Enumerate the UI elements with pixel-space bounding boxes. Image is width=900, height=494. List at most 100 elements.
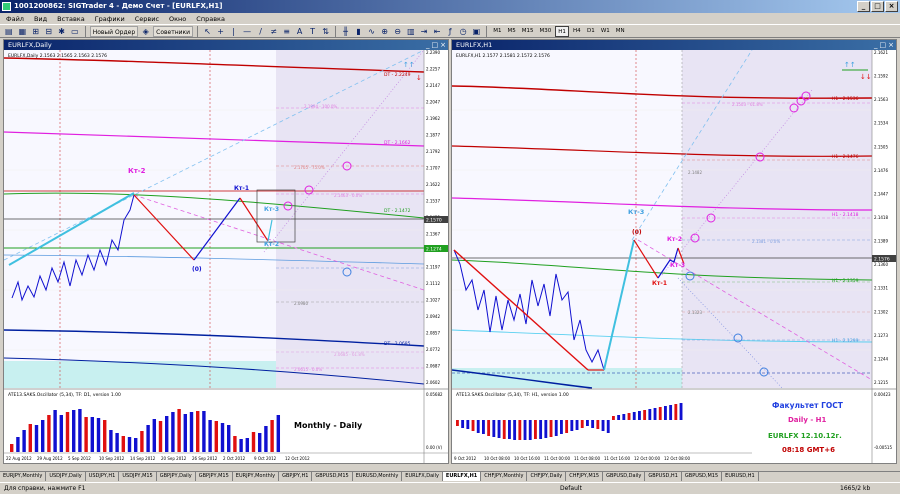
- label-icon[interactable]: T: [307, 26, 318, 37]
- oscillator-bar: [233, 436, 237, 452]
- meta-editor-icon[interactable]: ◈: [140, 26, 151, 37]
- price-tick-label: 2.1244: [874, 356, 888, 361]
- price-tick-label: 2.1563: [874, 97, 888, 102]
- horizontal-line-icon[interactable]: —: [241, 26, 253, 37]
- menu-bar: Файл Вид Вставка Графики Сервис Окно Спр…: [0, 13, 900, 24]
- menu-window[interactable]: Окно: [167, 15, 188, 23]
- chart-shift-icon[interactable]: ⇤: [432, 26, 443, 37]
- tf-m1[interactable]: M1: [491, 26, 503, 37]
- trendline-icon[interactable]: /: [255, 26, 266, 37]
- expert-advisors-button[interactable]: Советники: [153, 25, 194, 37]
- fibonacci-icon[interactable]: ≡: [281, 26, 292, 37]
- menu-view[interactable]: Вид: [32, 15, 49, 23]
- chart-tab[interactable]: EURUSD,H1: [722, 472, 759, 481]
- navigator-icon[interactable]: ✱: [56, 26, 67, 37]
- market-watch-icon[interactable]: ⊞: [30, 26, 41, 37]
- templates-icon[interactable]: ▣: [471, 26, 483, 37]
- price-tick-label: 2.1505: [874, 144, 888, 149]
- kt1-label: Кт-1: [234, 185, 249, 192]
- kt3-label: Кт-3: [264, 206, 279, 213]
- chart-tab[interactable]: USDJPY,Daily: [46, 472, 86, 481]
- terminal-icon[interactable]: ▭: [69, 26, 81, 37]
- oscillator-bar: [570, 420, 574, 431]
- chart-tab[interactable]: EURUSD,Monthly: [353, 472, 403, 481]
- projection-label: 2.1994 - 100.0%: [304, 104, 337, 109]
- daily-chart-canvas[interactable]: Кт-2 Кт-1 Кт-3 Кт-2 (0) DT - 2.2249 DT -…: [4, 50, 448, 463]
- minimize-button[interactable]: _: [857, 1, 870, 12]
- chart-tab[interactable]: USDJPY,M15: [119, 472, 157, 481]
- chart-close-icon[interactable]: ×: [440, 40, 446, 50]
- tf-h4[interactable]: H4: [571, 26, 583, 37]
- chart-minimize-icon[interactable]: _: [426, 40, 430, 50]
- close-button[interactable]: ×: [885, 1, 898, 12]
- oscillator-bar: [664, 406, 667, 420]
- oscillator-bar: [580, 420, 584, 428]
- chart-tab[interactable]: CHFJPY,Monthly: [481, 472, 528, 481]
- cursor-icon[interactable]: ↖: [202, 26, 213, 37]
- kt3-label: Кт-3: [628, 208, 644, 216]
- crosshair-icon[interactable]: +: [215, 26, 226, 37]
- tf-m5[interactable]: M5: [505, 26, 517, 37]
- line-chart-icon[interactable]: ∿: [366, 26, 377, 37]
- chart-tab[interactable]: GBPUSD,M15: [682, 472, 723, 481]
- chart-maximize-icon[interactable]: □: [880, 40, 887, 50]
- chart-minimize-icon[interactable]: _: [874, 40, 878, 50]
- chart-tab[interactable]: CHFJPY,Daily: [527, 472, 567, 481]
- chart-tab[interactable]: EURJPY,Monthly: [0, 472, 47, 481]
- tf-h1[interactable]: H1: [555, 25, 569, 37]
- chart-tab[interactable]: GBPJPY,M15: [196, 472, 233, 481]
- bar-chart-icon[interactable]: ╫: [340, 26, 351, 37]
- tile-windows-icon[interactable]: ▥: [405, 26, 417, 37]
- chart-tab[interactable]: GBPUSD,H1: [645, 472, 682, 481]
- new-order-button[interactable]: Новый Ордер: [89, 25, 139, 37]
- chart-tab[interactable]: GBPUSD,M15: [312, 472, 353, 481]
- chart-tab[interactable]: GBPJPY,Daily: [157, 472, 196, 481]
- time-tick-label: 9 Oct 2012: [454, 456, 477, 461]
- menu-file[interactable]: Файл: [4, 15, 26, 23]
- chart-tab[interactable]: EURLFX,H1: [442, 472, 482, 481]
- chart-tab[interactable]: CHFJPY,M15: [566, 472, 604, 481]
- chart-tab[interactable]: EURJPY,Monthly: [233, 472, 280, 481]
- zoom-in-icon[interactable]: ⊕: [379, 26, 390, 37]
- menu-tools[interactable]: Сервис: [133, 15, 161, 23]
- oscillator-bar: [96, 418, 101, 452]
- menu-help[interactable]: Справка: [194, 15, 227, 23]
- chart-window-h1[interactable]: EURLFX,H1 _ □ × Кт-3 (0) Кт-2 Кт-1 Кт-3 …: [451, 39, 897, 464]
- time-tick-label: 26 Sep 2012: [192, 456, 218, 461]
- oscillator-bar: [523, 420, 527, 440]
- zoom-out-icon[interactable]: ⊖: [392, 26, 403, 37]
- chart-tab[interactable]: USDJPY,H1: [86, 472, 120, 481]
- tf-d1[interactable]: D1: [585, 26, 597, 37]
- h1-chart-canvas[interactable]: Кт-3 (0) Кт-2 Кт-1 Кт-3 H1 - 2.1536 H1 -…: [452, 50, 896, 463]
- indicators-icon[interactable]: ƒ: [445, 26, 456, 37]
- arrows-icon[interactable]: ⇅: [320, 26, 331, 37]
- chart-window-daily[interactable]: EURLFX,Daily _ □ × Кт-2 Кт-1 Кт-3 Кт-2 (…: [3, 39, 449, 464]
- periods-icon[interactable]: ◷: [458, 26, 469, 37]
- tf-mn[interactable]: MN: [614, 26, 627, 37]
- chart-tab[interactable]: GBPJPY,H1: [279, 472, 313, 481]
- maximize-button[interactable]: □: [871, 1, 884, 12]
- autoscroll-icon[interactable]: ⇥: [419, 26, 430, 37]
- tf-w1[interactable]: W1: [599, 26, 612, 37]
- oscillator-bar: [549, 420, 553, 437]
- chart-tab[interactable]: EURLFX,Daily: [402, 472, 443, 481]
- oscillator-bar: [146, 425, 150, 452]
- chart-maximize-icon[interactable]: □: [432, 40, 439, 50]
- data-window-icon[interactable]: ⊟: [43, 26, 54, 37]
- text-icon[interactable]: A: [294, 26, 305, 37]
- new-chart-icon[interactable]: ▤: [3, 26, 15, 37]
- profiles-icon[interactable]: ▦: [17, 26, 29, 37]
- vertical-line-icon[interactable]: |: [228, 26, 239, 37]
- price-tick-label: 2.1476: [874, 168, 888, 173]
- menu-insert[interactable]: Вставка: [55, 15, 87, 23]
- tf-m15[interactable]: M15: [520, 26, 536, 37]
- level-label: H1 - 2.1299: [832, 338, 859, 344]
- price-tick-label: 2.2047: [426, 100, 440, 105]
- menu-charts[interactable]: Графики: [93, 15, 127, 23]
- channel-icon[interactable]: ≠: [268, 26, 279, 37]
- chart-tab[interactable]: GBPUSD,Daily: [603, 472, 646, 481]
- candle-chart-icon[interactable]: ▮: [353, 26, 364, 37]
- tf-m30[interactable]: M30: [537, 26, 553, 37]
- price-tick-label: 2.1215: [874, 380, 888, 385]
- chart-close-icon[interactable]: ×: [888, 40, 894, 50]
